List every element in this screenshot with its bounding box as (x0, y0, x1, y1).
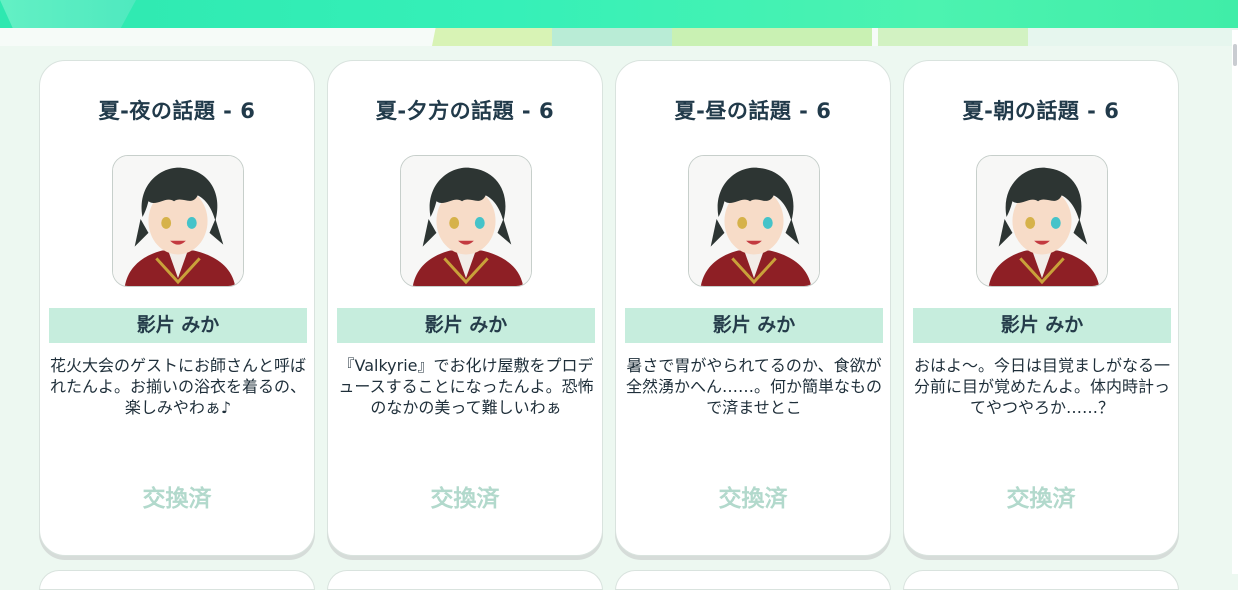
topic-card[interactable]: 夏-朝の話題 - 6 影片 みか おはよ～。今日は目覚ましがなる一分前に目が覚め… (903, 60, 1179, 556)
character-name: 影片 みか (337, 308, 595, 343)
topic-card[interactable]: 夏-夜の話題 - 6 影片 みか 花火大会のゲストにお師さんと呼ばれたんよ。お揃… (39, 60, 315, 556)
exchanged-status: 交換済 (142, 486, 212, 512)
topic-card-next[interactable] (615, 570, 891, 590)
exchanged-status: 交換済 (718, 486, 788, 512)
character-name: 影片 みか (49, 308, 307, 343)
topic-quote: 『Valkyrie』でお化け屋敷をプロデュースすることになったんよ。恐怖のなかの… (338, 356, 594, 417)
character-portrait-icon (688, 155, 820, 287)
character-portrait-icon (400, 155, 532, 287)
character-name: 影片 みか (625, 308, 883, 343)
topic-quote: 暑さで胃がやられてるのか、食欲が全然湧かへん……。何か簡単なもので済ませとこ (625, 356, 882, 417)
exchanged-status: 交換済 (1006, 486, 1076, 512)
scrollbar-track[interactable] (1232, 30, 1238, 574)
topic-card[interactable]: 夏-夕方の話題 - 6 影片 みか 『Valkyrie』でお化け屋敷をプロデュー… (327, 60, 603, 556)
card-title: 夏-朝の話題 - 6 (962, 99, 1120, 123)
topic-card[interactable]: 夏-昼の話題 - 6 影片 みか 暑さで胃がやられてるのか、食欲が全然湧かへん…… (615, 60, 891, 556)
topic-card-next[interactable] (327, 570, 603, 590)
scrollbar-thumb[interactable] (1233, 44, 1237, 66)
topic-quote: 花火大会のゲストにお師さんと呼ばれたんよ。お揃いの浴衣を着るの、楽しみやわぁ♪ (49, 356, 306, 417)
character-portrait-icon (976, 155, 1108, 287)
topic-card-next[interactable] (903, 570, 1179, 590)
character-portrait-icon (112, 155, 244, 287)
exchanged-status: 交換済 (430, 486, 500, 512)
card-title: 夏-夕方の話題 - 6 (375, 99, 555, 123)
topic-card-next[interactable] (39, 570, 315, 590)
topic-card-grid: 夏-夜の話題 - 6 影片 みか 花火大会のゲストにお師さんと呼ばれたんよ。お揃… (0, 0, 1238, 590)
card-title: 夏-昼の話題 - 6 (674, 99, 832, 123)
character-name: 影片 みか (913, 308, 1171, 343)
card-title: 夏-夜の話題 - 6 (98, 99, 256, 123)
topic-quote: おはよ～。今日は目覚ましがなる一分前に目が覚めたんよ。体内時計ってやつやろか……… (913, 356, 1170, 417)
